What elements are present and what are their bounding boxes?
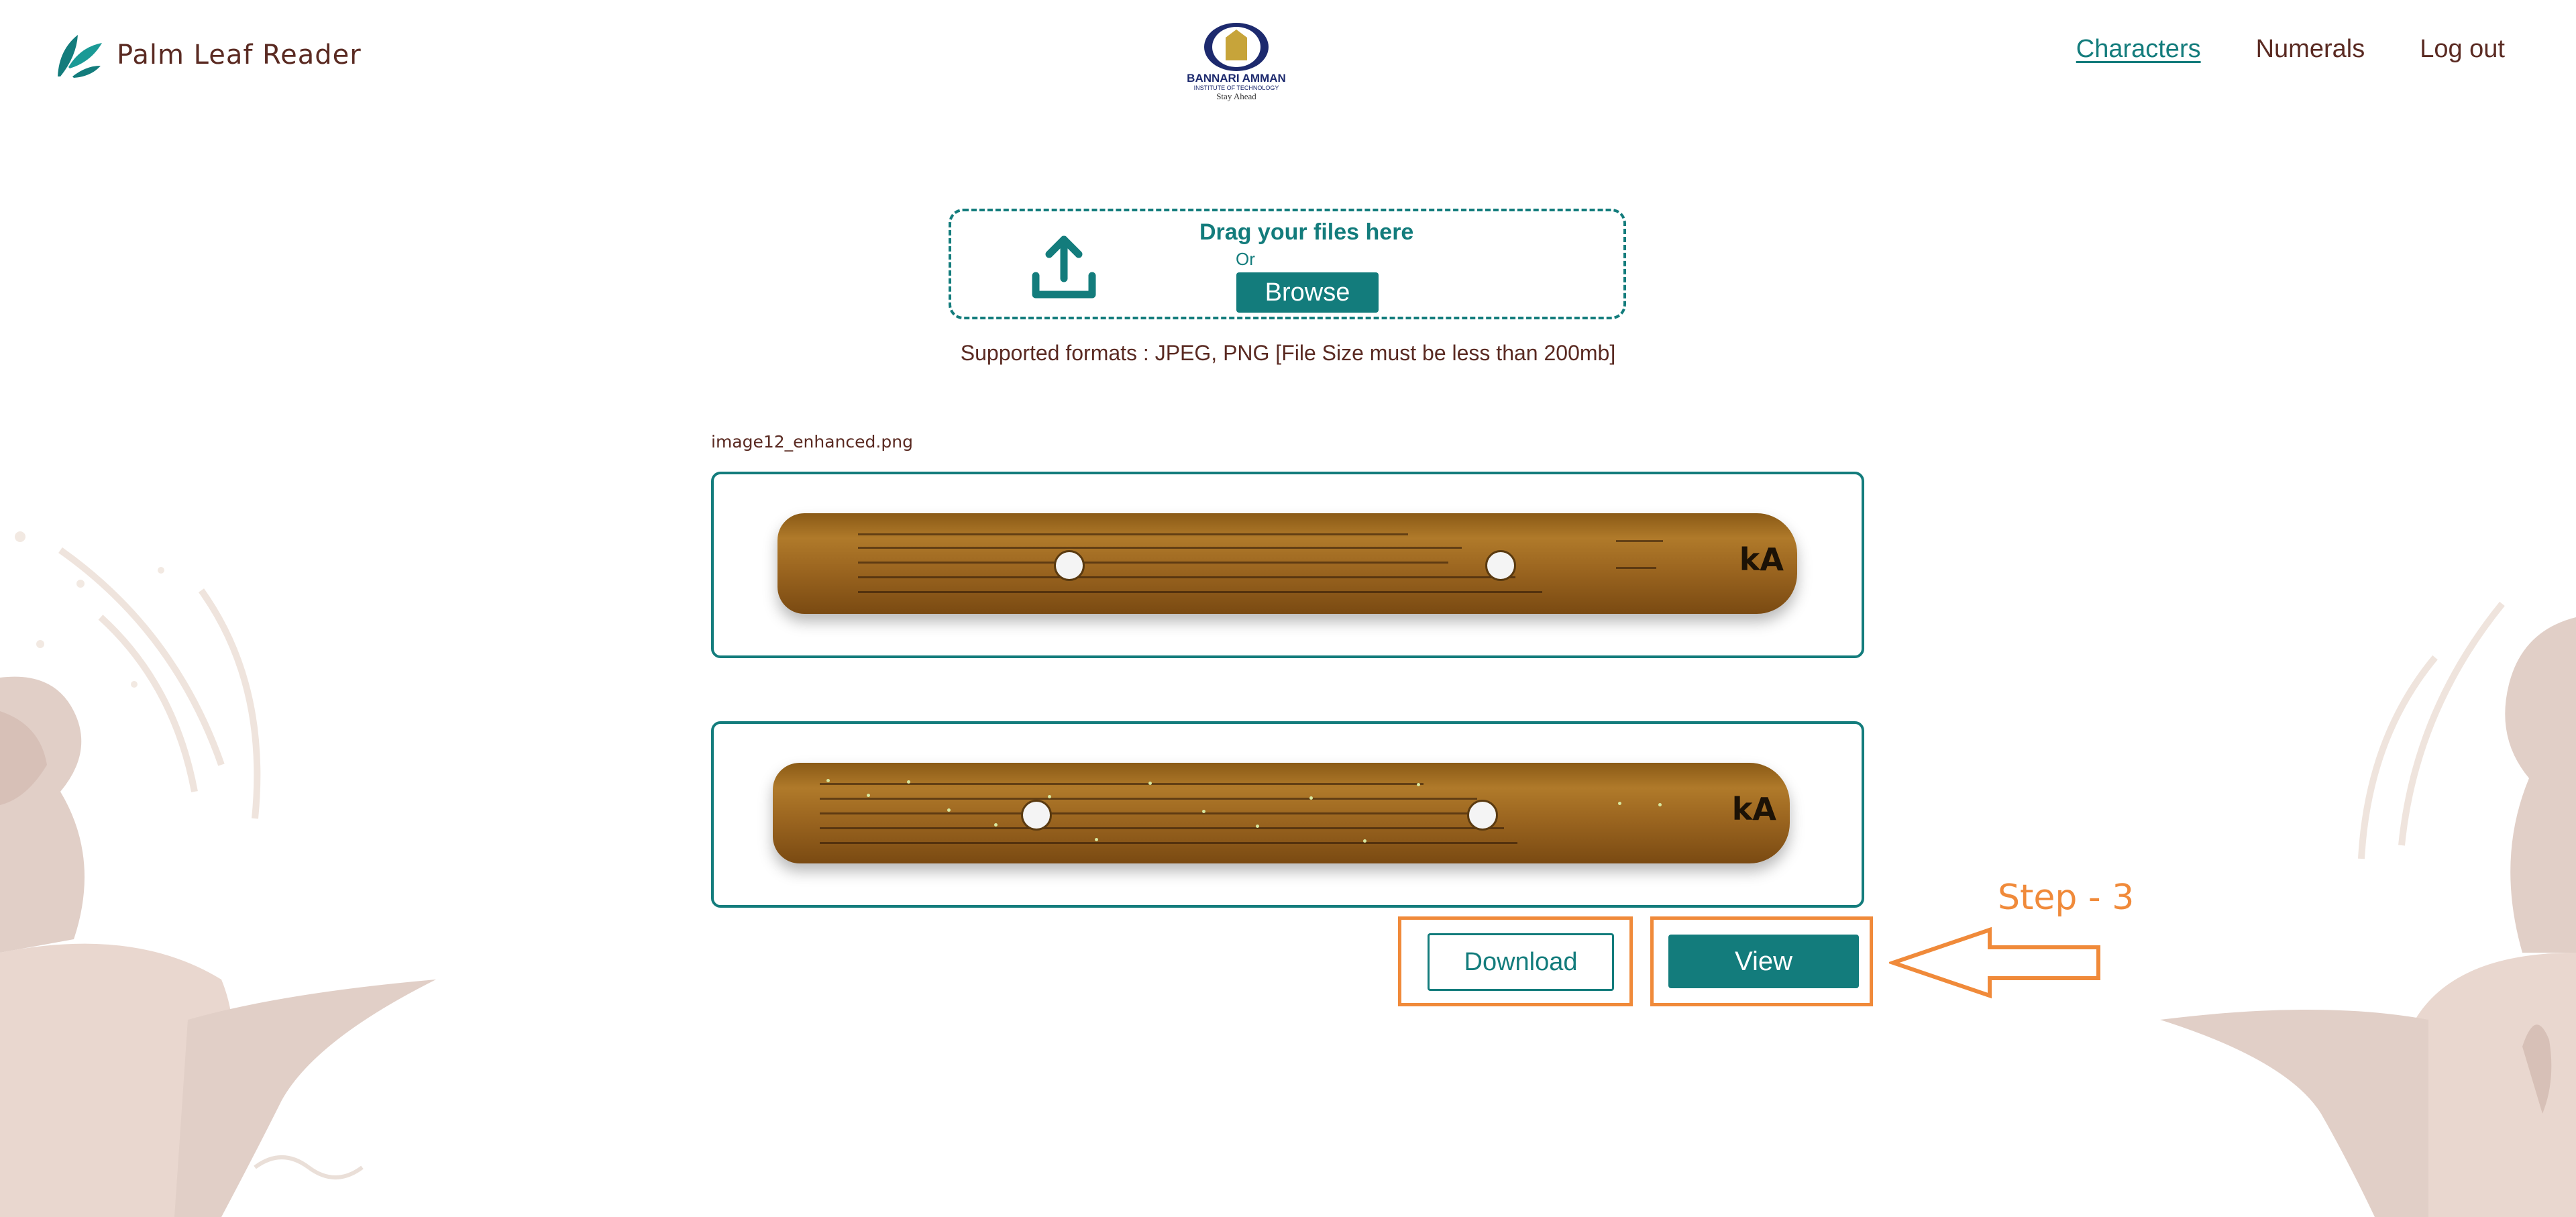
nav-numerals[interactable]: Numerals [2256,35,2365,64]
nav-characters[interactable]: Characters [2076,35,2201,64]
decorative-illustration-left [0,531,436,1217]
drag-files-text: Drag your files here [1199,219,1414,245]
download-button[interactable]: Download [1428,933,1614,991]
institution-tagline: Stay Ahead [1216,91,1256,101]
brand-name: Palm Leaf Reader [117,40,362,70]
main-nav: Characters Numerals Log out [2076,35,2505,64]
brand[interactable]: Palm Leaf Reader [54,30,362,81]
uploaded-filename: image12_enhanced.png [711,432,913,452]
nav-logout[interactable]: Log out [2420,35,2505,64]
institution-subtitle: INSTITUTE OF TECHNOLOGY [1193,85,1279,91]
institution-name: BANNARI AMMAN [1187,72,1286,85]
leaf-logo-icon [58,35,102,78]
palm-leaf-original-image: kA [777,513,1797,614]
or-text: Or [1236,249,1255,269]
leaf-tag-original: kA [1739,541,1784,578]
leaf-tag-enhanced: kA [1731,791,1776,827]
file-dropzone[interactable]: Drag your files here Or Browse [949,209,1626,319]
palm-leaf-enhanced-image: kA [773,763,1790,863]
enhanced-image-card: kA [711,721,1864,908]
decorative-illustration-right [2160,601,2576,1217]
view-button[interactable]: View [1668,935,1859,988]
left-arrow-annotation [1889,927,2100,999]
browse-button[interactable]: Browse [1236,272,1379,313]
institution-logo: BANNARI AMMAN INSTITUTE OF TECHNOLOGY St… [1179,20,1293,114]
step-annotation-label: Step - 3 [1998,878,2135,918]
supported-formats-note: Supported formats : JPEG, PNG [File Size… [960,341,1616,365]
institution-emblem-icon [1204,23,1269,71]
original-image-card: kA [711,472,1864,658]
